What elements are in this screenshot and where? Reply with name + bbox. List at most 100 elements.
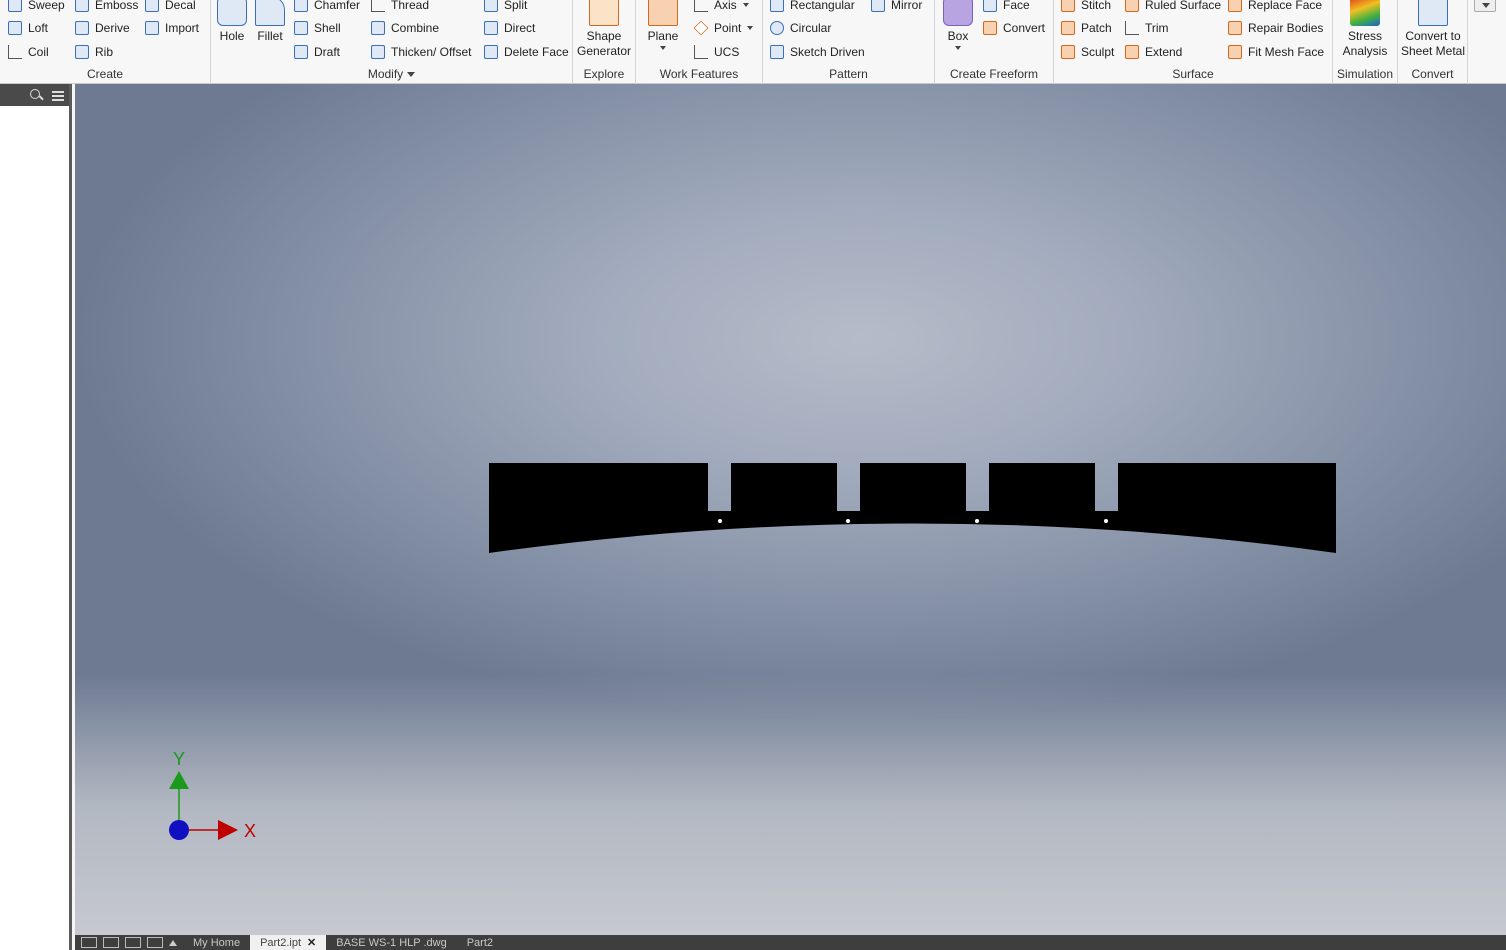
graphics-viewport[interactable]: Y X [75, 84, 1506, 935]
direct-button[interactable]: Direct [484, 19, 535, 37]
combine-icon [371, 21, 385, 35]
panel-title-simulation: Simulation [1336, 67, 1394, 81]
fillet-button[interactable]: Fillet [255, 0, 285, 44]
convert-button[interactable]: Convert [983, 19, 1045, 37]
sculpt-button[interactable]: Sculpt [1061, 43, 1114, 61]
sweep-button[interactable]: Sweep [8, 0, 65, 14]
import-icon [145, 21, 159, 35]
chevron-down-icon [747, 26, 754, 30]
box-button[interactable]: Box [941, 0, 975, 50]
sketch-driven-button[interactable]: Sketch Driven [770, 43, 865, 61]
part-model [489, 463, 1336, 553]
rib-button[interactable]: Rib [75, 43, 113, 61]
delete-face-button[interactable]: Delete Face [484, 43, 569, 61]
derive-icon [75, 21, 89, 35]
sketch-driven-icon [770, 45, 784, 59]
extend-icon [1125, 45, 1139, 59]
face-icon [983, 0, 997, 12]
coil-button[interactable]: Coil [8, 43, 49, 61]
close-icon[interactable]: ✕ [307, 937, 316, 949]
tab-part2-ipt[interactable]: Part2.ipt ✕ [250, 935, 327, 950]
chevron-up-icon[interactable] [169, 939, 177, 946]
chevron-down-icon [660, 46, 666, 50]
loft-button[interactable]: Loft [8, 19, 48, 37]
ucs-icon [694, 45, 708, 59]
tile-windows-icon[interactable] [103, 937, 119, 948]
fit-mesh-face-icon [1228, 45, 1242, 59]
hole-button[interactable]: Hole [217, 0, 247, 44]
mirror-button[interactable]: Mirror [871, 0, 922, 14]
tab-base-dwg[interactable]: BASE WS-1 HLP .dwg [326, 935, 456, 950]
plane-button[interactable]: Plane [646, 0, 680, 50]
ruled-surface-icon [1125, 0, 1139, 12]
part-body [489, 463, 1336, 553]
panel-title-modify[interactable]: Modify [211, 67, 572, 81]
point-marker [846, 519, 850, 523]
combine-button[interactable]: Combine [371, 19, 439, 37]
chamfer-button[interactable]: Chamfer [294, 0, 360, 14]
axis-button[interactable]: Axis [694, 0, 749, 14]
split-button[interactable]: Split [484, 0, 527, 14]
chevron-down-icon [407, 72, 416, 78]
panel-simulation: Stress Analysis Simulation [1333, 0, 1398, 84]
panel-title-create-freeform: Create Freeform [949, 67, 1039, 81]
shape-generator-button[interactable]: Shape Generator [575, 0, 633, 59]
loft-icon [8, 21, 22, 35]
hamburger-menu-icon[interactable] [51, 88, 65, 102]
point-marker [975, 519, 979, 523]
patch-button[interactable]: Patch [1061, 19, 1112, 37]
document-tab-bar: My Home Part2.ipt ✕ BASE WS-1 HLP .dwg Pa… [75, 935, 1506, 950]
sheet-metal-icon [1418, 0, 1448, 26]
stitch-button[interactable]: Stitch [1061, 0, 1111, 14]
point-button[interactable]: Point [693, 19, 754, 37]
derive-button[interactable]: Derive [75, 19, 130, 37]
chevron-down-icon [1482, 3, 1490, 8]
coil-icon [8, 45, 22, 59]
panel-work-features: Plane Axis Point UCS Work Features [636, 0, 763, 84]
trim-button[interactable]: Trim [1125, 19, 1169, 37]
tile-horizontal-icon[interactable] [125, 937, 141, 948]
chevron-down-icon [742, 3, 749, 7]
panel-title-explore: Explore [583, 67, 625, 81]
fit-mesh-face-button[interactable]: Fit Mesh Face [1228, 43, 1324, 61]
axis-icon [694, 0, 708, 12]
thread-button[interactable]: Thread [371, 0, 429, 14]
panel-create: Sweep Emboss Decal Loft Derive Import Co… [0, 0, 211, 84]
rectangular-button[interactable]: Rectangular [770, 0, 855, 14]
ruled-surface-button[interactable]: Ruled Surface [1125, 0, 1221, 14]
face-button[interactable]: Face [983, 0, 1030, 14]
import-button[interactable]: Import [145, 19, 199, 37]
convert-to-sheet-metal-button[interactable]: Convert to Sheet Metal [1398, 0, 1468, 59]
panel-title-create: Create [86, 67, 124, 81]
panel-create-freeform: Box Face Convert Create Freeform [935, 0, 1054, 84]
chevron-down-icon [955, 46, 961, 50]
rectangular-pattern-icon [770, 0, 784, 12]
draft-button[interactable]: Draft [294, 43, 340, 61]
extend-button[interactable]: Extend [1125, 43, 1182, 61]
panel-pattern: Rectangular Mirror Circular Sketch Drive… [763, 0, 935, 84]
emboss-button[interactable]: Emboss [75, 0, 138, 14]
decal-button[interactable]: Decal [145, 0, 196, 14]
point-icon [693, 20, 709, 36]
browser-header [0, 84, 69, 106]
shape-generator-icon [589, 0, 619, 26]
ucs-button[interactable]: UCS [694, 43, 739, 61]
tile-vertical-icon[interactable] [147, 937, 163, 948]
replace-face-button[interactable]: Replace Face [1228, 0, 1322, 14]
thicken-offset-button[interactable]: Thicken/ Offset [371, 43, 471, 61]
ribbon-options-button[interactable] [1474, 0, 1496, 12]
trim-icon [1125, 21, 1139, 35]
tab-my-home[interactable]: My Home [183, 935, 250, 950]
stress-analysis-button[interactable]: Stress Analysis [1335, 0, 1395, 59]
circular-button[interactable]: Circular [770, 19, 831, 37]
tab-part2[interactable]: Part2 [457, 935, 503, 950]
point-marker [1104, 519, 1108, 523]
search-icon[interactable] [29, 88, 43, 102]
repair-bodies-button[interactable]: Repair Bodies [1228, 19, 1323, 37]
shell-icon [294, 21, 308, 35]
shell-button[interactable]: Shell [294, 19, 341, 37]
draft-icon [294, 45, 308, 59]
sweep-icon [8, 0, 22, 12]
thicken-icon [371, 45, 385, 59]
cascade-windows-icon[interactable] [81, 937, 97, 948]
